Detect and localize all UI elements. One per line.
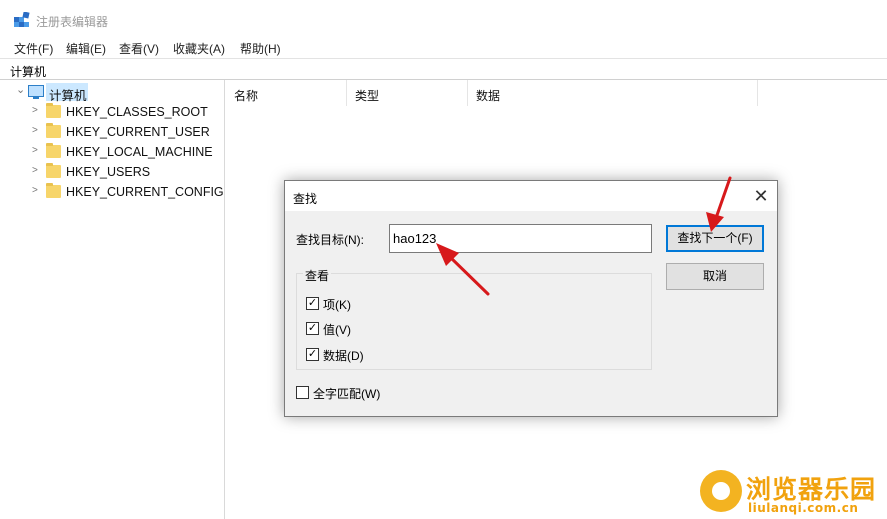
tree-item-hkcr[interactable]: > HKEY_CLASSES_ROOT: [0, 102, 225, 122]
column-header-label: 名称: [234, 89, 259, 103]
tree-item-label: HKEY_CURRENT_CONFIG: [66, 185, 224, 199]
chevron-right-icon[interactable]: >: [32, 106, 42, 116]
keys-checkbox-label: 项(K): [323, 298, 351, 312]
watermark-subtitle: liulanqi.com.cn: [748, 501, 859, 515]
menu-favorites[interactable]: 收藏夹(A): [173, 40, 225, 57]
tree-item-label: HKEY_CLASSES_ROOT: [66, 105, 208, 119]
chevron-right-icon[interactable]: >: [32, 126, 42, 136]
keys-checkbox[interactable]: ✓: [306, 297, 319, 310]
close-icon[interactable]: ✕: [750, 185, 772, 207]
menu-edit[interactable]: 编辑(E): [66, 40, 106, 57]
values-checkbox[interactable]: ✓: [306, 322, 319, 335]
tree-item-hkcu[interactable]: > HKEY_CURRENT_USER: [0, 122, 225, 142]
column-header-data[interactable]: 数据: [468, 80, 758, 106]
registry-editor-icon: [14, 12, 30, 27]
menu-file[interactable]: 文件(F): [14, 40, 53, 57]
data-checkbox-label: 数据(D): [323, 349, 364, 363]
folder-icon: [46, 123, 61, 138]
column-header-name[interactable]: 名称: [226, 80, 347, 106]
data-checkbox[interactable]: ✓: [306, 348, 319, 361]
key-tree: ⌄ 计算机 > HKEY_CLASSES_ROOT > HKEY_CURRENT…: [0, 80, 225, 519]
find-dialog: 查找 ✕ 查找目标(N): 查找下一个(F) 取消 查看 ✓ 项(K) ✓ 值(…: [284, 180, 778, 417]
address-path: 计算机: [10, 65, 47, 79]
menu-help[interactable]: 帮助(H): [240, 40, 281, 57]
tree-item-label: HKEY_CURRENT_USER: [66, 125, 210, 139]
dialog-title: 查找: [293, 192, 318, 206]
menu-bar: 文件(F) 编辑(E) 查看(V) 收藏夹(A) 帮助(H): [0, 36, 887, 58]
find-what-label: 查找目标(N):: [296, 233, 364, 247]
values-checkbox-label: 值(V): [323, 323, 351, 337]
folder-icon: [46, 143, 61, 158]
computer-icon: [28, 85, 44, 97]
column-header-label: 数据: [476, 89, 501, 103]
match-whole-string-label: 全字匹配(W): [313, 387, 381, 401]
menu-view[interactable]: 查看(V): [119, 40, 159, 57]
chevron-right-icon[interactable]: >: [32, 186, 42, 196]
tree-item-hku[interactable]: > HKEY_USERS: [0, 162, 225, 182]
tree-item-label: HKEY_LOCAL_MACHINE: [66, 145, 213, 159]
chevron-right-icon[interactable]: >: [32, 146, 42, 156]
folder-icon: [46, 103, 61, 118]
chevron-right-icon[interactable]: >: [32, 166, 42, 176]
chevron-down-icon[interactable]: ⌄: [16, 85, 26, 96]
match-whole-string-checkbox[interactable]: [296, 386, 309, 399]
tree-item-computer[interactable]: ⌄ 计算机: [0, 82, 225, 103]
find-next-button[interactable]: 查找下一个(F): [666, 225, 764, 252]
tree-item-hkcc[interactable]: > HKEY_CURRENT_CONFIG: [0, 182, 225, 202]
address-bar[interactable]: 计算机: [0, 58, 887, 80]
look-at-label: 查看: [303, 267, 332, 284]
column-header-type[interactable]: 类型: [347, 80, 468, 106]
cancel-button[interactable]: 取消: [666, 263, 764, 290]
folder-icon: [46, 163, 61, 178]
title-bar: 注册表编辑器: [0, 0, 887, 36]
tree-item-label: HKEY_USERS: [66, 165, 151, 179]
window-title: 注册表编辑器: [36, 15, 109, 29]
column-header-label: 类型: [355, 89, 380, 103]
folder-icon: [46, 183, 61, 198]
tree-item-hklm[interactable]: > HKEY_LOCAL_MACHINE: [0, 142, 225, 162]
dialog-title-bar: 查找 ✕: [285, 181, 777, 211]
find-what-input[interactable]: [389, 224, 652, 253]
